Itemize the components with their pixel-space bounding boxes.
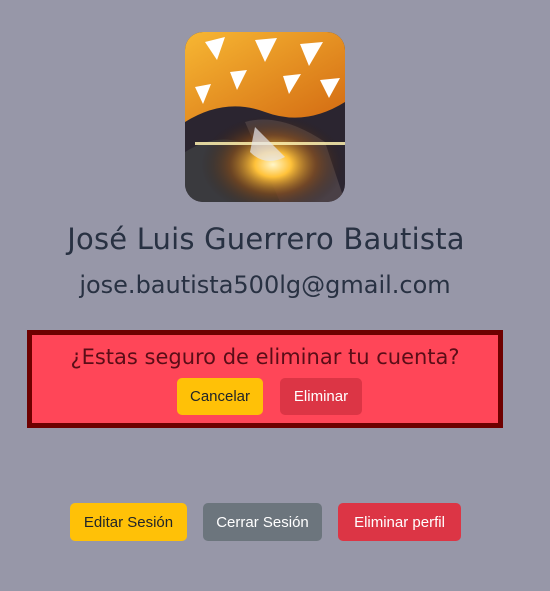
profile-name: José Luis Guerrero Bautista bbox=[67, 222, 465, 256]
confirm-delete-button[interactable]: Eliminar bbox=[280, 378, 362, 415]
logout-button[interactable]: Cerrar Sesión bbox=[203, 503, 322, 541]
delete-account-confirmation: ¿Estas seguro de eliminar tu cuenta? Can… bbox=[27, 330, 503, 428]
confirm-question: ¿Estas seguro de eliminar tu cuenta? bbox=[70, 345, 460, 369]
profile-avatar bbox=[185, 32, 345, 202]
delete-profile-button[interactable]: Eliminar perfil bbox=[338, 503, 461, 541]
edit-session-button[interactable]: Editar Sesión bbox=[70, 503, 187, 541]
cancel-button[interactable]: Cancelar bbox=[177, 378, 263, 415]
profile-photo-anime bbox=[185, 32, 345, 202]
profile-email: jose.bautista500lg@gmail.com bbox=[79, 271, 451, 299]
